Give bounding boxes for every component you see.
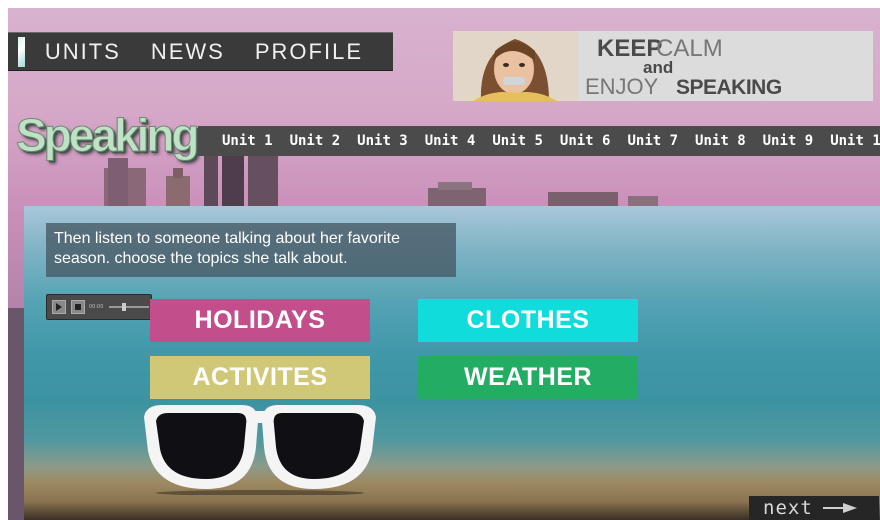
girl-photo-image	[453, 31, 578, 101]
logo-icon	[18, 36, 25, 67]
topic-activites-button[interactable]: ACTIVITES	[150, 356, 370, 399]
audio-player: 00:00	[46, 294, 152, 320]
banner-speaking: SPEAKING	[676, 76, 782, 99]
unit-tab-5[interactable]: Unit 5	[492, 133, 543, 149]
nav-news[interactable]: NEWS	[151, 39, 225, 65]
main-nav-bar: UNITS NEWS PROFILE	[8, 32, 393, 71]
nav-profile[interactable]: PROFILE	[255, 39, 363, 65]
unit-tab-6[interactable]: Unit 6	[560, 133, 611, 149]
unit-tab-8[interactable]: Unit 8	[695, 133, 746, 149]
keep-calm-banner: KEEP CALM and ENJOY SPEAKING	[453, 31, 873, 101]
unit-tab-2[interactable]: Unit 2	[290, 133, 341, 149]
nav-units[interactable]: UNITS	[45, 39, 121, 65]
topic-clothes-button[interactable]: CLOTHES	[418, 299, 638, 342]
topic-weather-button[interactable]: WEATHER	[418, 356, 638, 399]
instruction-box: Then listen to someone talking about her…	[46, 223, 456, 277]
sunglasses-image	[144, 405, 376, 495]
instruction-line-2: season. choose the topics she talk about…	[54, 250, 348, 267]
unit-tab-10[interactable]: Unit 10	[830, 133, 880, 149]
banner-enjoy: ENJOY	[585, 74, 659, 99]
section-title: Speaking	[16, 109, 201, 162]
unit-tabs-bar: Unit 1 Unit 2 Unit 3 Unit 4 Unit 5 Unit …	[198, 126, 880, 156]
play-icon[interactable]	[52, 300, 66, 314]
unit-tab-1[interactable]: Unit 1	[222, 133, 273, 149]
instruction-line-1: Then listen to someone talking about her…	[54, 230, 400, 247]
activity-panel: Then listen to someone talking about her…	[24, 206, 880, 520]
audio-time: 00:00	[89, 304, 104, 310]
topic-holidays-button[interactable]: HOLIDAYS	[150, 299, 370, 342]
audio-progress-track[interactable]	[109, 303, 150, 311]
next-label: next	[763, 497, 813, 519]
unit-tab-4[interactable]: Unit 4	[425, 133, 476, 149]
next-button[interactable]: next	[749, 496, 879, 520]
unit-tab-7[interactable]: Unit 7	[627, 133, 678, 149]
stop-icon[interactable]	[71, 300, 85, 314]
page-background: UNITS NEWS PROFILE KEEP CALM and ENJOY S…	[8, 8, 880, 520]
audio-progress-knob[interactable]	[122, 303, 127, 311]
unit-tab-9[interactable]: Unit 9	[763, 133, 814, 149]
arrow-right-icon	[822, 503, 857, 513]
unit-tab-3[interactable]: Unit 3	[357, 133, 408, 149]
